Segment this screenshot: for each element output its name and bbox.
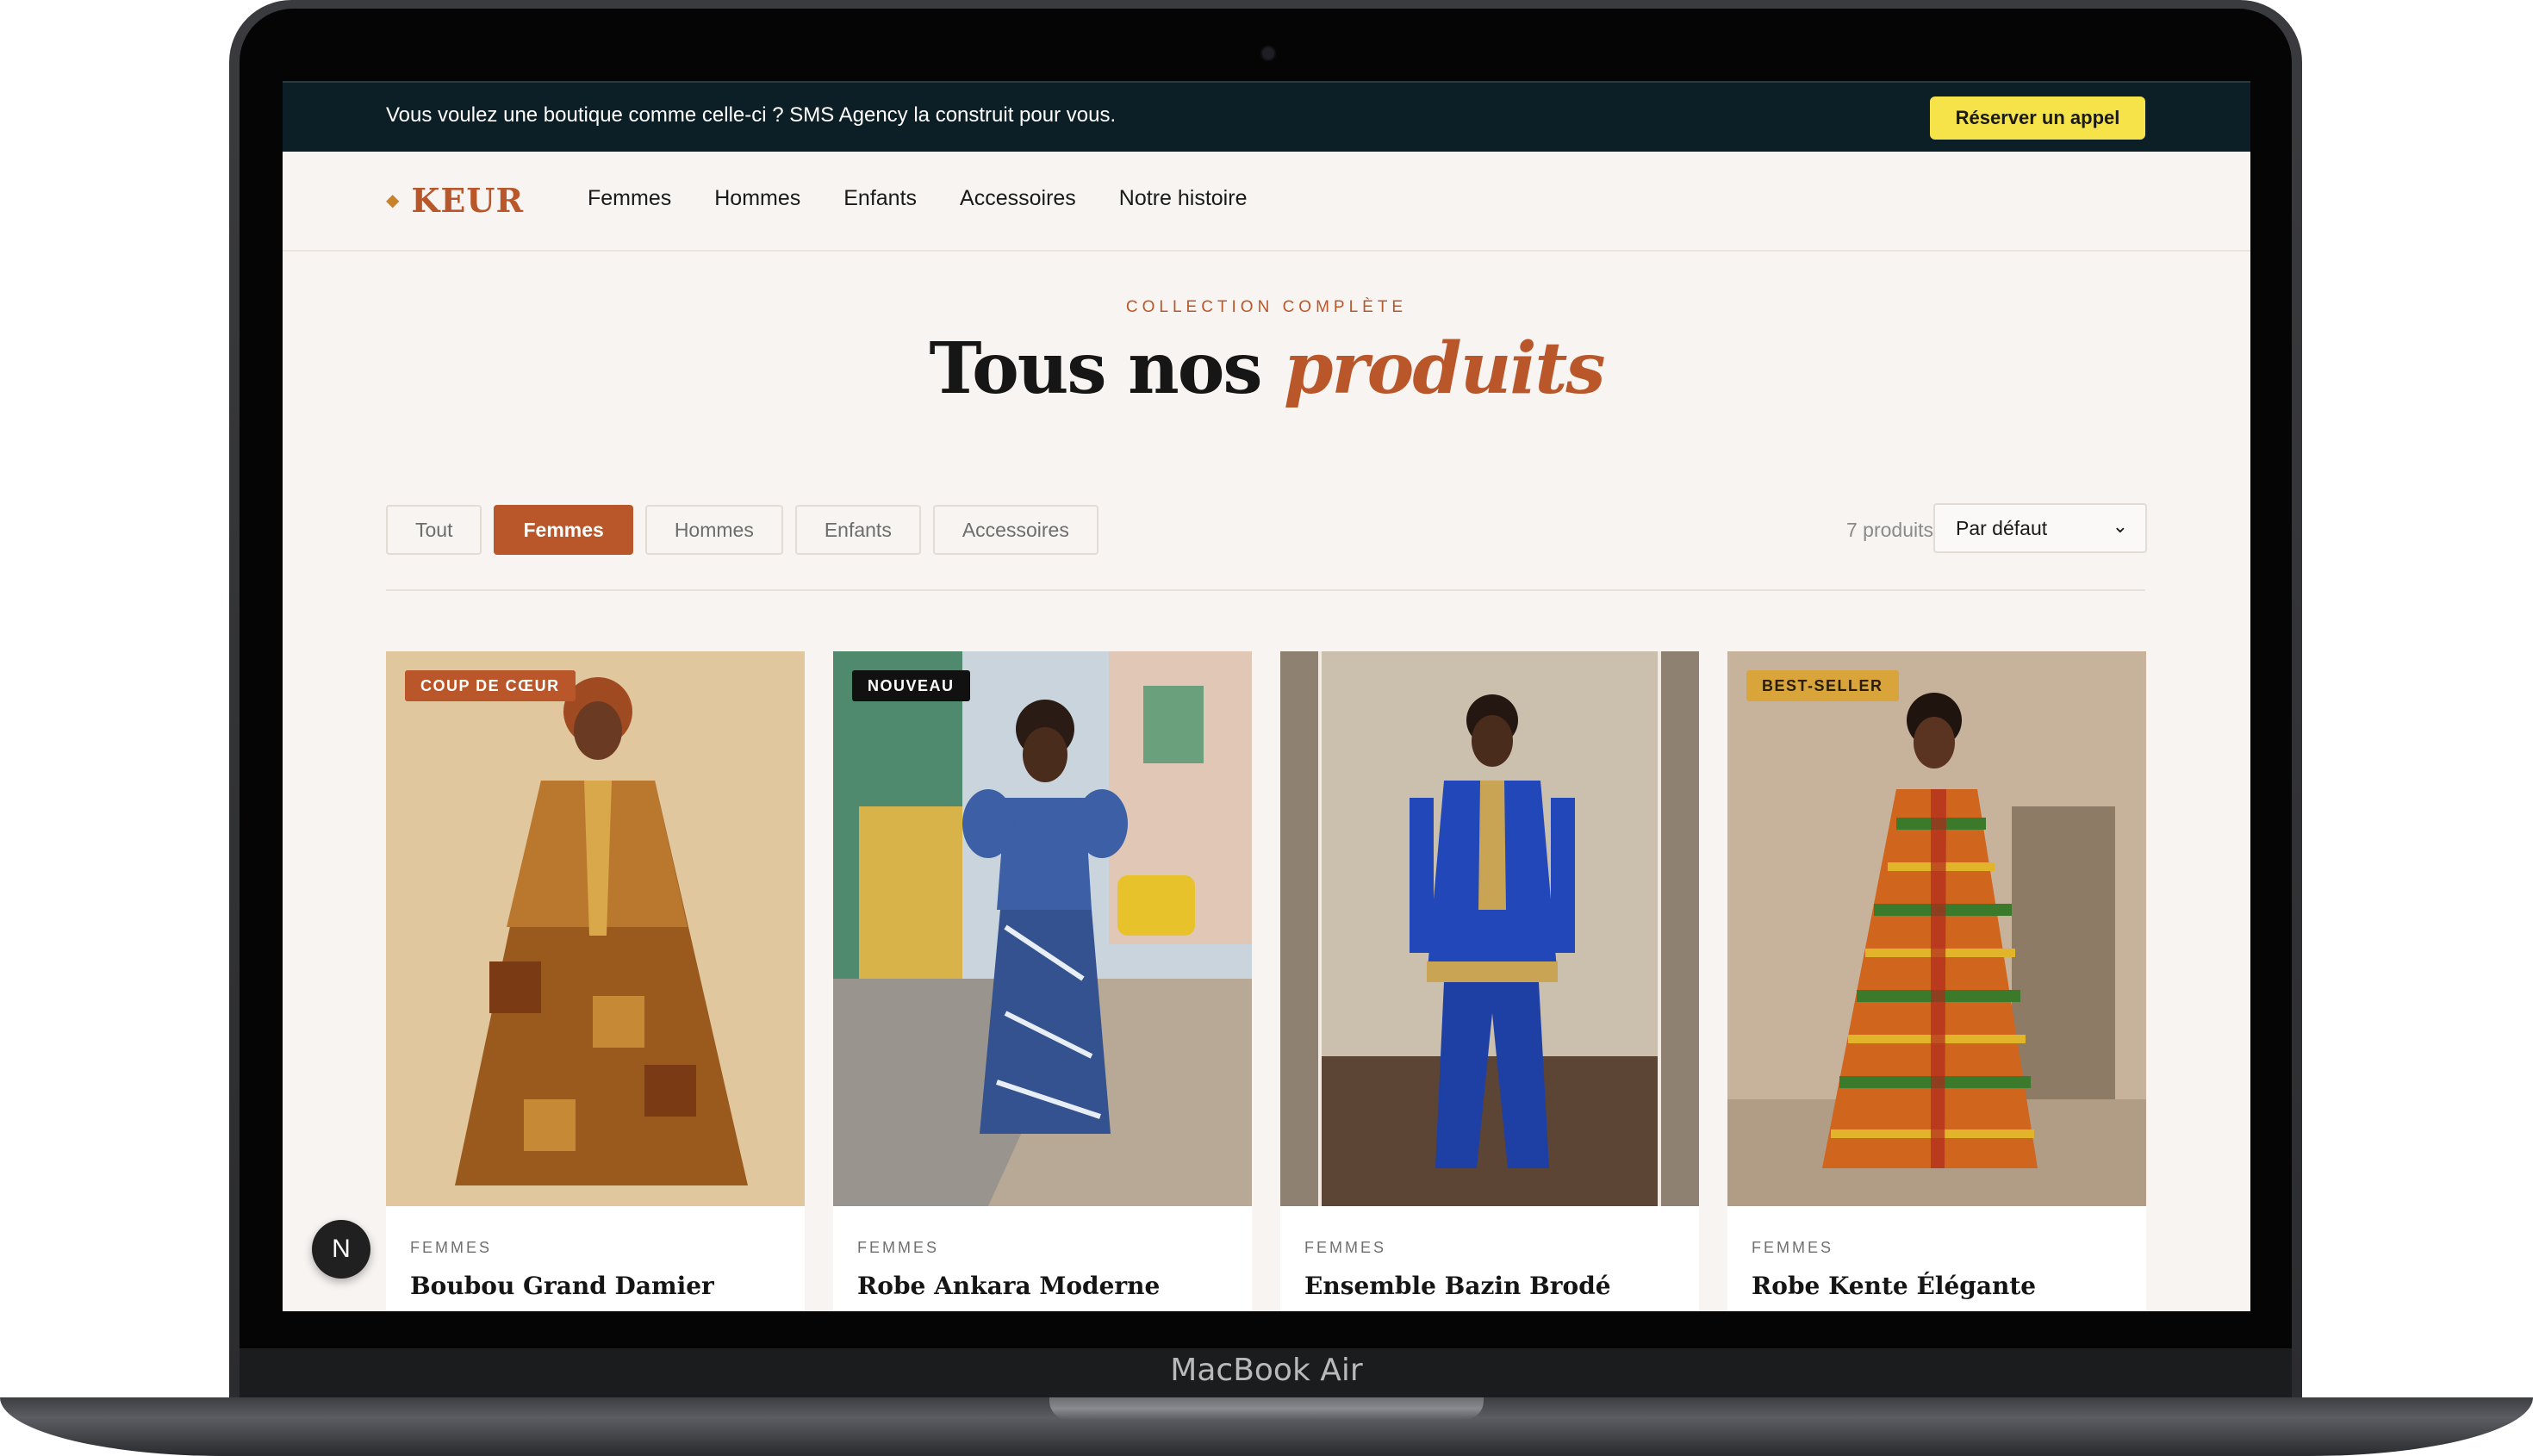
- product-name[interactable]: Boubou Grand Damier: [410, 1272, 714, 1300]
- nav-link-notre-histoire[interactable]: Notre histoire: [1119, 186, 1248, 211]
- logo[interactable]: ◆ KEUR: [386, 181, 524, 220]
- floating-n-button[interactable]: N: [312, 1220, 370, 1279]
- page-title-accent: produits: [1284, 327, 1605, 410]
- category-filters: Tout Femmes Hommes Enfants Accessoires: [386, 505, 1111, 555]
- product-badge: NOUVEAU: [852, 670, 970, 701]
- diamond-icon: ◆: [386, 191, 400, 210]
- product-image[interactable]: [1280, 651, 1699, 1206]
- logo-text: KEUR: [411, 181, 525, 220]
- page-title: Tous nos produits: [283, 327, 2250, 410]
- product-card[interactable]: COUP DE CŒUR FEMMES Boubou Grand Damier: [386, 651, 805, 1311]
- chevron-down-icon: ⌄: [2112, 515, 2128, 537]
- product-name[interactable]: Ensemble Bazin Brodé: [1304, 1272, 1611, 1300]
- main-nav: Femmes Hommes Enfants Accessoires Notre …: [588, 186, 1290, 211]
- section-kicker: COLLECTION COMPLÈTE: [1125, 298, 1408, 316]
- product-image[interactable]: [1727, 651, 2146, 1206]
- camera-icon: [1260, 46, 1276, 61]
- book-call-button[interactable]: Réserver un appel: [1930, 96, 2145, 140]
- promo-banner: Vous voulez une boutique comme celle-ci …: [283, 81, 2250, 153]
- product-category: FEMMES: [410, 1239, 493, 1256]
- sort-select[interactable]: Par défaut ⌄: [1933, 503, 2147, 553]
- product-category: FEMMES: [857, 1239, 940, 1256]
- device-model-label: MacBook Air: [1170, 1353, 1363, 1388]
- page-title-plain: Tous nos: [929, 327, 1262, 410]
- filter-chip-tout[interactable]: Tout: [386, 505, 482, 555]
- product-badge: BEST-SELLER: [1746, 670, 1899, 701]
- filter-chip-accessoires[interactable]: Accessoires: [932, 505, 1098, 555]
- product-badge: COUP DE CŒUR: [405, 670, 576, 701]
- divider: [386, 589, 2145, 591]
- nav-link-hommes[interactable]: Hommes: [714, 186, 800, 211]
- product-count: 7 produits: [1845, 519, 1933, 541]
- product-card[interactable]: BEST-SELLER FEMMES Robe Kente Élégante: [1727, 651, 2146, 1311]
- filter-chip-femmes[interactable]: Femmes: [494, 505, 633, 555]
- filter-chip-hommes[interactable]: Hommes: [644, 505, 783, 555]
- nav-link-enfants[interactable]: Enfants: [843, 186, 917, 211]
- product-card[interactable]: FEMMES Ensemble Bazin Brodé: [1280, 651, 1699, 1311]
- site-header: ◆ KEUR Femmes Hommes Enfants Accessoires…: [283, 152, 2250, 252]
- product-name[interactable]: Robe Kente Élégante: [1752, 1272, 2036, 1300]
- filter-chip-enfants[interactable]: Enfants: [794, 505, 921, 555]
- nav-link-femmes[interactable]: Femmes: [588, 186, 671, 211]
- product-category: FEMMES: [1304, 1239, 1387, 1256]
- product-category: FEMMES: [1752, 1239, 1834, 1256]
- product-image[interactable]: [386, 651, 805, 1206]
- product-name[interactable]: Robe Ankara Moderne: [857, 1272, 1160, 1300]
- promo-text: Vous voulez une boutique comme celle-ci …: [386, 103, 1117, 127]
- product-card[interactable]: NOUVEAU FEMMES Robe Ankara Moderne: [833, 651, 1252, 1311]
- laptop-hinge: [1049, 1397, 1484, 1420]
- sort-value: Par défaut: [1956, 517, 2048, 539]
- nav-link-accessoires[interactable]: Accessoires: [960, 186, 1076, 211]
- product-image[interactable]: [833, 651, 1252, 1206]
- browser-viewport: Vous voulez une boutique comme celle-ci …: [283, 81, 2250, 1311]
